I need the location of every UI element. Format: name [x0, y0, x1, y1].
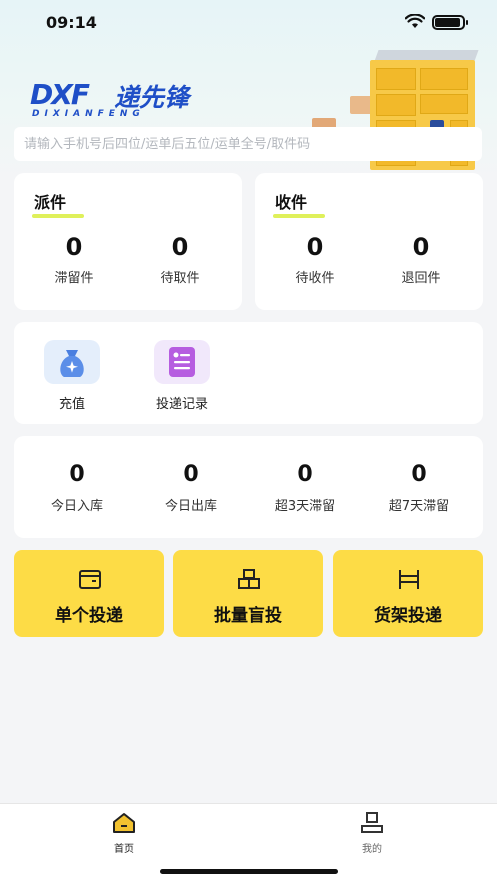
- stat-today-in[interactable]: 0 今日入库: [22, 462, 132, 514]
- stat-value: 0: [183, 462, 199, 487]
- stat-label: 超3天滞留: [274, 499, 336, 514]
- stat-awaiting-pickup[interactable]: 0 待取件: [135, 233, 225, 286]
- receive-title: 收件: [273, 189, 325, 218]
- stat-value: 0: [411, 462, 427, 487]
- tab-mine[interactable]: 我的: [342, 812, 402, 855]
- receive-card: 收件 0 待收件 0 退回件: [255, 173, 483, 310]
- parcel-icon: [79, 570, 101, 589]
- title-underline: [32, 214, 84, 218]
- tool-label: 充值: [58, 397, 85, 412]
- stacked-boxes-icon: [238, 569, 260, 589]
- stat-value: 0: [65, 233, 83, 261]
- dispatch-card: 派件 0 滞留件 0 待取件: [14, 173, 242, 310]
- tab-label: 首页: [114, 844, 134, 855]
- home-icon: [113, 813, 135, 833]
- stat-returned[interactable]: 0 退回件: [376, 233, 466, 286]
- stat-to-receive[interactable]: 0 待收件: [270, 233, 360, 286]
- stat-over-7-days[interactable]: 0 超7天滞留: [364, 462, 474, 514]
- parcel-illustration: [350, 96, 372, 114]
- stat-value: 0: [297, 462, 313, 487]
- status-bar: 09:14: [0, 0, 497, 44]
- action-label: 单个投递: [55, 606, 123, 626]
- stat-stranded[interactable]: 0 滞留件: [29, 233, 119, 286]
- brand-logo: DXF 递先锋 DIXIANFENG: [30, 78, 210, 120]
- logo-subtitle: DIXIANFENG: [32, 109, 145, 119]
- daily-stats-card: 0 今日入库 0 今日出库 0 超3天滞留 0 超7天滞留: [14, 436, 483, 538]
- stat-value: 0: [412, 233, 430, 261]
- stat-value: 0: [69, 462, 85, 487]
- tab-label: 我的: [362, 844, 382, 855]
- stat-label: 待收件: [295, 271, 335, 286]
- status-time: 09:14: [46, 13, 97, 32]
- stat-today-out[interactable]: 0 今日出库: [136, 462, 246, 514]
- stat-value: 0: [306, 233, 324, 261]
- record-card-icon: [154, 340, 210, 384]
- stat-label: 滞留件: [54, 271, 94, 286]
- stat-over-3-days[interactable]: 0 超3天滞留: [250, 462, 360, 514]
- delivery-record-button[interactable]: 投递记录: [137, 340, 227, 412]
- stat-label: 今日入库: [50, 499, 103, 514]
- money-bag-icon: [44, 340, 100, 384]
- tool-label: 投递记录: [155, 397, 208, 412]
- stat-label: 待取件: [160, 271, 200, 286]
- battery-icon: [432, 15, 468, 30]
- home-indicator: [160, 869, 338, 874]
- tools-card: 充值 投递记录: [14, 322, 483, 424]
- single-delivery-button[interactable]: 单个投递: [14, 550, 164, 637]
- wifi-icon: [405, 14, 425, 28]
- tab-home[interactable]: 首页: [94, 812, 154, 855]
- batch-delivery-button[interactable]: 批量盲投: [173, 550, 323, 637]
- logo-mark: DXF: [30, 78, 90, 111]
- person-icon: [361, 812, 383, 833]
- search-bar[interactable]: [14, 127, 482, 161]
- action-label: 货架投递: [374, 606, 442, 626]
- recharge-button[interactable]: 充值: [27, 340, 117, 412]
- stat-value: 0: [171, 233, 189, 261]
- stat-label: 超7天滞留: [388, 499, 450, 514]
- shelf-icon: [399, 570, 419, 589]
- title-underline: [273, 214, 325, 218]
- dispatch-title: 派件: [32, 189, 84, 218]
- stat-label: 今日出库: [164, 499, 217, 514]
- shelf-delivery-button[interactable]: 货架投递: [333, 550, 483, 637]
- stat-label: 退回件: [401, 271, 441, 286]
- action-label: 批量盲投: [214, 606, 282, 626]
- search-input[interactable]: [14, 127, 482, 161]
